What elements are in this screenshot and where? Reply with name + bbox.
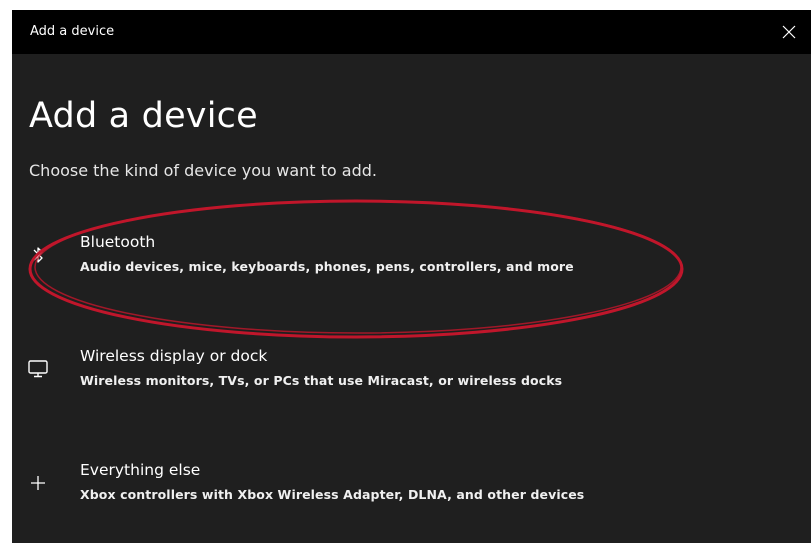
bluetooth-icon [26,242,50,268]
close-icon [782,25,796,39]
option-description: Wireless monitors, TVs, or PCs that use … [80,373,563,388]
add-device-window: Add a device Add a device Choose the kin… [12,10,811,543]
option-everything-else[interactable]: Everything else Xbox controllers with Xb… [12,460,811,543]
page-subtitle: Choose the kind of device you want to ad… [29,161,377,180]
option-description: Xbox controllers with Xbox Wireless Adap… [80,487,585,502]
option-label: Bluetooth [80,233,156,251]
window-title: Add a device [30,24,115,39]
option-bluetooth[interactable]: Bluetooth Audio devices, mice, keyboards… [12,232,811,324]
page-title: Add a device [29,96,258,136]
close-button[interactable] [767,10,811,54]
option-description: Audio devices, mice, keyboards, phones, … [80,259,574,274]
plus-icon [26,470,50,496]
option-label: Everything else [80,461,201,479]
option-label: Wireless display or dock [80,347,268,365]
option-wireless-display[interactable]: Wireless display or dock Wireless monito… [12,346,811,438]
monitor-icon [26,356,50,382]
title-bar: Add a device [12,10,811,54]
